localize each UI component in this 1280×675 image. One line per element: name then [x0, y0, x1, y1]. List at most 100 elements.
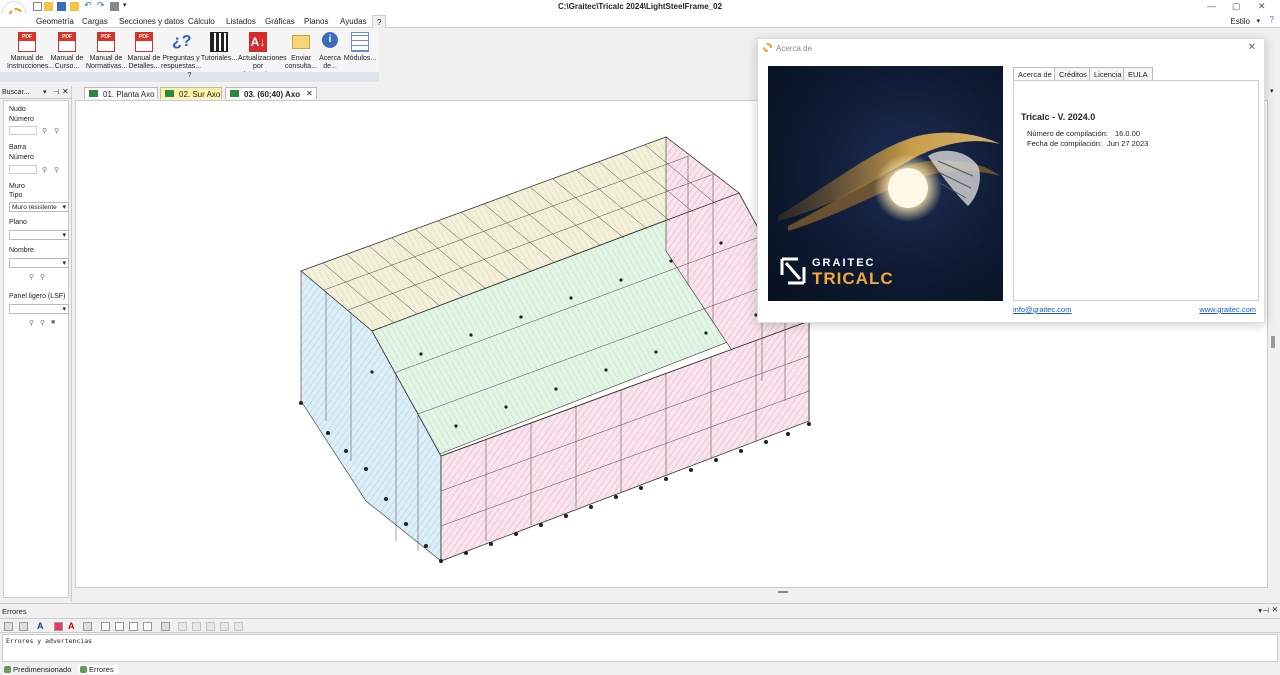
- menu-ayudas[interactable]: Ayudas: [340, 17, 367, 26]
- close-dialog-icon[interactable]: ✕: [1248, 42, 1256, 53]
- font-icon[interactable]: A: [37, 621, 44, 631]
- search-panel-next-icon[interactable]: ⚲: [40, 319, 45, 327]
- find-icon[interactable]: [161, 622, 170, 631]
- close-window-icon[interactable]: ✕: [1258, 1, 1266, 12]
- website-link[interactable]: www.graitec.com: [1199, 305, 1256, 314]
- envelope-icon: [292, 35, 310, 49]
- ribbon-button-manual-detalles[interactable]: Manual de Detalles...: [124, 32, 164, 71]
- tipo-label: Tipo: [9, 192, 23, 199]
- ribbon-button-manual-curso[interactable]: Manual de Curso...: [47, 32, 87, 71]
- next-icon[interactable]: [206, 622, 215, 631]
- scroll-thumb[interactable]: [1271, 336, 1275, 348]
- undo-icon[interactable]: ↶: [84, 0, 93, 10]
- save-icon[interactable]: [57, 2, 66, 11]
- search-bar-icon[interactable]: ⚲: [42, 166, 47, 174]
- tab-sur[interactable]: 02. Sur Axo: [160, 87, 222, 99]
- splash-artwork: [778, 132, 1000, 285]
- search-node-next-icon[interactable]: ⚲: [54, 127, 59, 135]
- customize-toolbar-icon[interactable]: ▾: [123, 1, 132, 10]
- pin-icon[interactable]: ⊣: [1262, 606, 1269, 615]
- barra-numero-input[interactable]: [9, 165, 37, 174]
- redo-icon[interactable]: ↷: [97, 0, 106, 10]
- menu-geometria[interactable]: Geometría: [36, 17, 74, 26]
- errors-panel-header: Errores ▾ ⊣ ✕: [0, 603, 1280, 617]
- print-icon[interactable]: [4, 622, 13, 631]
- menu-cargas[interactable]: Cargas: [82, 17, 108, 26]
- new-file-icon[interactable]: [33, 2, 42, 11]
- open-folder-icon[interactable]: [44, 2, 53, 11]
- tab-eula[interactable]: EULA: [1123, 67, 1153, 80]
- about-tabs: Acerca de Créditos Licencia EULA: [1013, 67, 1253, 81]
- chevron-down-icon[interactable]: ▾: [1258, 606, 1262, 615]
- text-color-icon[interactable]: A: [68, 621, 75, 631]
- info-icon: i: [322, 32, 338, 48]
- table-frame-icon[interactable]: [143, 622, 152, 631]
- search-panel-icon[interactable]: ⚲: [29, 319, 34, 327]
- tab-predimensionado[interactable]: Predimensionado: [2, 665, 71, 674]
- table-grid-icon[interactable]: [101, 622, 110, 631]
- panel-ligero-select[interactable]: [9, 304, 69, 314]
- errors-panel: Errores ▾ ⊣ ✕ A A Errores y advertencias…: [0, 601, 1280, 674]
- title-bar: C:\Graitec\Tricalc 2024\LightSteelFrame_…: [0, 0, 1280, 14]
- chevron-down-icon[interactable]: ▾: [1256, 17, 1260, 25]
- minimize-icon[interactable]: —: [1207, 1, 1216, 11]
- tab-axo-60-40[interactable]: 03. (60;40) Axo: [225, 87, 317, 99]
- tabs-dropdown-icon[interactable]: ▾: [1270, 87, 1274, 95]
- ribbon-button-manual-normativas[interactable]: Manual de Normativas...: [86, 32, 127, 71]
- search-node-icon[interactable]: ⚲: [42, 127, 47, 135]
- menu-calculo[interactable]: Cálculo: [188, 17, 215, 26]
- filter-icon[interactable]: [178, 622, 187, 631]
- about-dialog: Acerca de ✕ GRAITEC TRICALC Acerca de Cr…: [757, 38, 1265, 323]
- horizontal-splitter[interactable]: [75, 588, 1280, 600]
- ribbon-button-modulos[interactable]: Módulos...: [342, 32, 378, 63]
- table-rows-icon[interactable]: [115, 622, 124, 631]
- previous-icon[interactable]: [192, 622, 201, 631]
- pdf-icon: [58, 32, 76, 52]
- refresh-icon[interactable]: [234, 622, 243, 631]
- panel-settings-icon[interactable]: ■: [51, 319, 55, 326]
- splitter-grip[interactable]: [778, 591, 788, 593]
- folder-icon[interactable]: [70, 2, 79, 11]
- plano-label: Plano: [9, 219, 27, 226]
- ribbon-label: Módulos...: [343, 55, 377, 62]
- ribbon-button-tutoriales[interactable]: Tutoriales...: [199, 32, 239, 63]
- menu-help[interactable]: ?: [372, 15, 387, 28]
- search-wall-next-icon[interactable]: ⚲: [40, 273, 45, 281]
- tab-acerca-de[interactable]: Acerca de: [1013, 67, 1057, 81]
- plano-select[interactable]: [9, 230, 69, 240]
- menu-planos[interactable]: Planos: [304, 17, 328, 26]
- tab-licencia[interactable]: Licencia: [1089, 67, 1127, 80]
- help-icon[interactable]: ?: [1270, 15, 1274, 24]
- tab-creditos[interactable]: Créditos: [1054, 67, 1092, 80]
- search-panel-body: Nudo Número ⚲ ⚲ Barra Número ⚲ ⚲ Muro Ti…: [3, 100, 69, 598]
- close-tab-icon[interactable]: ✕: [306, 89, 313, 98]
- close-icon[interactable]: ✕: [1272, 605, 1278, 614]
- ribbon-button-preguntas[interactable]: ¿? Preguntas y respuestas...: [161, 32, 201, 71]
- estilo-dropdown[interactable]: Estilo: [1230, 17, 1250, 26]
- nudo-label: Nudo: [9, 106, 26, 113]
- about-dialog-title: Acerca de: [776, 44, 813, 53]
- errors-text-area[interactable]: Errores y advertencias: [2, 634, 1278, 662]
- ribbon-button-manual-instrucciones[interactable]: Manual de Instrucciones...: [7, 32, 54, 71]
- export-icon[interactable]: [220, 622, 229, 631]
- tab-planta[interactable]: 01. Planta Axo: [84, 87, 158, 99]
- restore-icon[interactable]: ▢: [1232, 1, 1241, 12]
- tab-errores[interactable]: Errores: [78, 665, 118, 674]
- menu-graficas[interactable]: Gráficas: [265, 17, 295, 26]
- search-bar-next-icon[interactable]: ⚲: [54, 166, 59, 174]
- tipo-select[interactable]: Muro resistente: [9, 202, 69, 212]
- fill-color-icon[interactable]: [54, 622, 63, 631]
- table-cols-icon[interactable]: [129, 622, 138, 631]
- nudo-numero-input[interactable]: [9, 126, 37, 135]
- print-preview-icon[interactable]: [19, 622, 28, 631]
- email-link[interactable]: info@graitec.com: [1013, 305, 1071, 314]
- format-icon[interactable]: [83, 622, 92, 631]
- menu-listados[interactable]: Listados: [226, 17, 256, 26]
- nombre-select[interactable]: [9, 258, 69, 268]
- vertical-scrollbar[interactable]: [1268, 100, 1280, 588]
- menu-secciones[interactable]: Secciones y datos: [119, 17, 184, 26]
- search-wall-icon[interactable]: ⚲: [29, 273, 34, 281]
- pdf-icon: [18, 32, 36, 52]
- build-date-value: Jun 27 2023: [1107, 139, 1149, 148]
- print-icon[interactable]: [110, 2, 119, 11]
